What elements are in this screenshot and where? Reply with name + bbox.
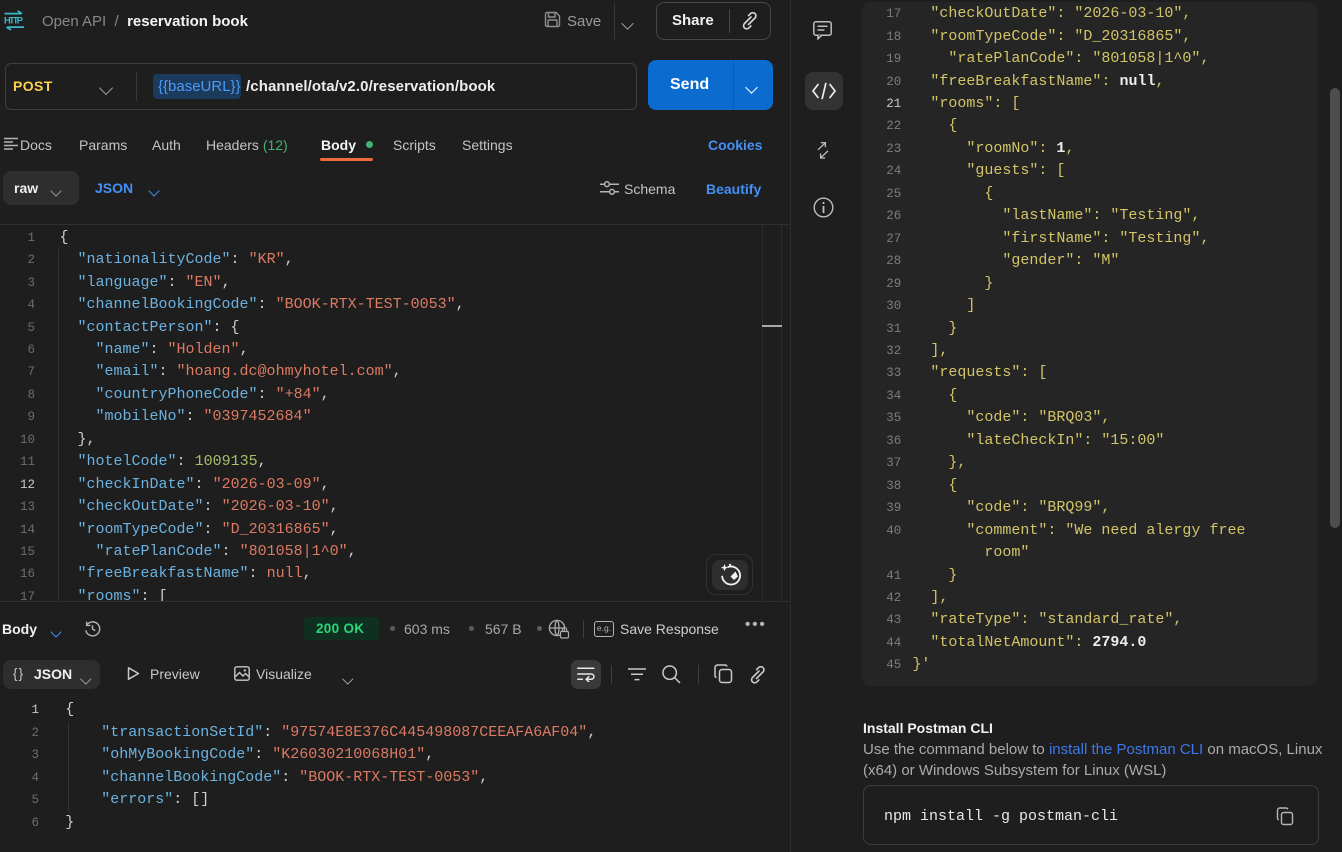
svg-text:HTTP: HTTP bbox=[4, 15, 23, 26]
